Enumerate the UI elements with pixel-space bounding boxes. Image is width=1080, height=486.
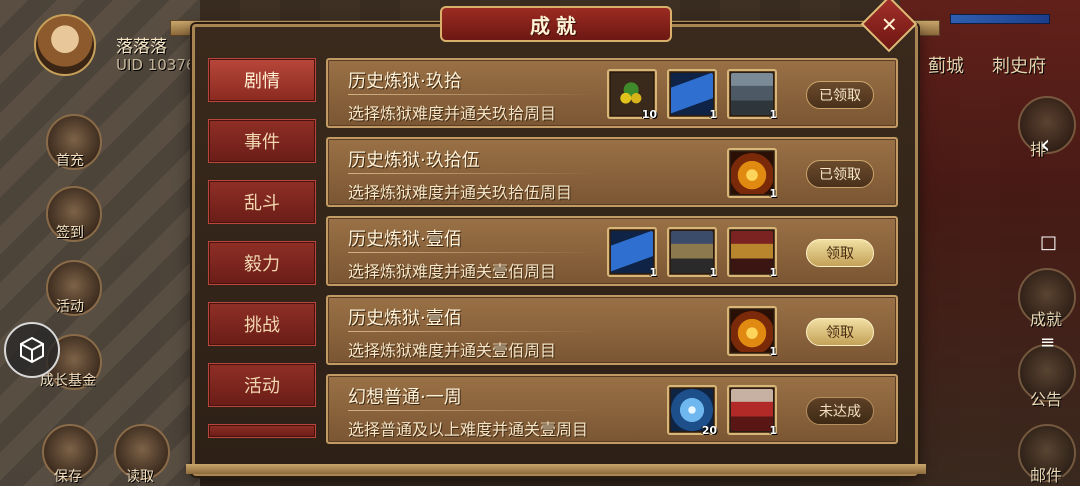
hero-portrait-icon[interactable]: 1 — [727, 227, 777, 279]
achievement-row: 历史炼狱·壹佰 选择炼狱难度并通关壹佰周目 1 领取 — [326, 295, 898, 365]
achievement-title: 历史炼狱·壹佰 — [348, 308, 462, 329]
back-icon[interactable]: ‹ — [1040, 130, 1050, 160]
reward-count: 1 — [769, 345, 777, 358]
player-uid: UID 10376 — [116, 56, 196, 74]
reward-art — [611, 231, 653, 273]
claimed-button[interactable]: 已领取 — [806, 160, 874, 188]
tab-brawl[interactable]: 乱斗 — [208, 180, 316, 224]
reward-count: 1 — [769, 108, 777, 121]
reward-art — [731, 73, 773, 115]
reward-count: 1 — [649, 266, 657, 279]
not-achieved-button[interactable]: 未达成 — [806, 397, 874, 425]
reward-count: 1 — [769, 266, 777, 279]
floating-assistant-icon[interactable] — [4, 322, 60, 378]
reward-art — [671, 231, 713, 273]
city-label: 蓟城 — [928, 56, 964, 77]
achievement-desc: 选择炼狱难度并通关壹佰周目 — [348, 262, 557, 281]
notice-label: 公告 — [1030, 390, 1063, 409]
cube-icon — [20, 336, 44, 364]
achievement-title: 历史炼狱·玖拾伍 — [348, 150, 480, 171]
achievement-row: 历史炼狱·玖拾 选择炼狱难度并通关玖拾周目 10 1 1 已领取 — [326, 58, 898, 128]
reward-count: 10 — [641, 108, 657, 121]
events-label: 活动 — [56, 299, 84, 315]
hero-portrait-icon[interactable]: 1 — [667, 227, 717, 279]
avatar[interactable] — [34, 14, 96, 76]
panel-title: 成就 — [530, 13, 582, 38]
reward-art — [731, 389, 773, 431]
progress-bar — [950, 14, 1050, 24]
home-icon[interactable]: □ — [1040, 232, 1057, 253]
tab-challenge[interactable]: 挑战 — [208, 302, 316, 346]
reward-count: 1 — [769, 187, 777, 200]
reward-count: 1 — [769, 424, 777, 437]
claim-button[interactable]: 领取 — [806, 239, 874, 267]
row-divider — [348, 94, 598, 95]
achievement-list[interactable]: 历史炼狱·玖拾 选择炼狱难度并通关玖拾周目 10 1 1 已领取 历史炼狱·玖拾… — [326, 56, 900, 448]
tab-activity[interactable]: 活动 — [208, 363, 316, 407]
crystal-icon[interactable]: 20 — [667, 385, 717, 437]
row-divider — [348, 173, 598, 174]
achievement-desc: 选择炼狱难度并通关玖拾周目 — [348, 104, 557, 123]
reward-count: 1 — [709, 266, 717, 279]
achievement-title: 历史炼狱·玖拾 — [348, 71, 462, 92]
hero-portrait-icon[interactable]: 1 — [727, 69, 777, 121]
menu-icon[interactable]: ≡ — [1040, 332, 1055, 353]
mail-label: 邮件 — [1030, 466, 1063, 485]
player-name: 落落落 — [116, 37, 167, 57]
close-icon: ✕ — [880, 11, 898, 36]
reward-count: 1 — [709, 108, 717, 121]
achievement-desc: 选择普通及以上难度并通关壹周目 — [348, 420, 589, 439]
achievement-label: 成就 — [1030, 310, 1063, 329]
first-recharge-label: 首充 — [56, 153, 84, 169]
tab-perseverance[interactable]: 毅力 — [208, 241, 316, 285]
row-divider — [348, 252, 598, 253]
row-divider — [348, 410, 598, 411]
achievement-row: 历史炼狱·壹佰 选择炼狱难度并通关壹佰周目 1 1 1 领取 — [326, 216, 898, 286]
achievement-desc: 选择炼狱难度并通关壹佰周目 — [348, 341, 557, 360]
claim-button[interactable]: 领取 — [806, 318, 874, 346]
sign-in-label: 签到 — [56, 225, 84, 241]
reward-art — [731, 231, 773, 273]
scroll-icon[interactable]: 1 — [607, 227, 657, 279]
fruit-icon[interactable]: 10 — [607, 69, 657, 121]
scroll-icon[interactable]: 1 — [667, 69, 717, 121]
load-label: 读取 — [126, 469, 154, 485]
reward-art — [731, 152, 773, 194]
treasure-chest-icon[interactable]: 1 — [727, 148, 777, 200]
growth-fund-label: 成长基金 — [40, 373, 96, 389]
hero-portrait-icon[interactable]: 1 — [727, 385, 777, 437]
achievement-row: 幻想普通·一周 选择普通及以上难度并通关壹周目 20 1 未达成 — [326, 374, 898, 444]
reward-count: 20 — [701, 424, 717, 437]
tab-more[interactable] — [208, 424, 316, 438]
tab-story[interactable]: 剧情 — [208, 58, 316, 102]
reward-art — [671, 73, 713, 115]
panel-title-plate: 成就 — [440, 6, 672, 42]
panel-bottom-rail — [186, 464, 926, 474]
achievement-title: 历史炼狱·壹佰 — [348, 229, 462, 250]
achievement-title: 幻想普通·一周 — [348, 387, 462, 408]
tab-events[interactable]: 事件 — [208, 119, 316, 163]
office-label: 刺史府 — [992, 56, 1046, 77]
achievement-desc: 选择炼狱难度并通关玖拾伍周目 — [348, 183, 573, 202]
reward-art — [731, 310, 773, 352]
save-label: 保存 — [54, 469, 82, 485]
treasure-chest-icon[interactable]: 1 — [727, 306, 777, 358]
achievement-row: 历史炼狱·玖拾伍 选择炼狱难度并通关玖拾伍周目 1 已领取 — [326, 137, 898, 207]
row-divider — [348, 331, 598, 332]
claimed-button[interactable]: 已领取 — [806, 81, 874, 109]
